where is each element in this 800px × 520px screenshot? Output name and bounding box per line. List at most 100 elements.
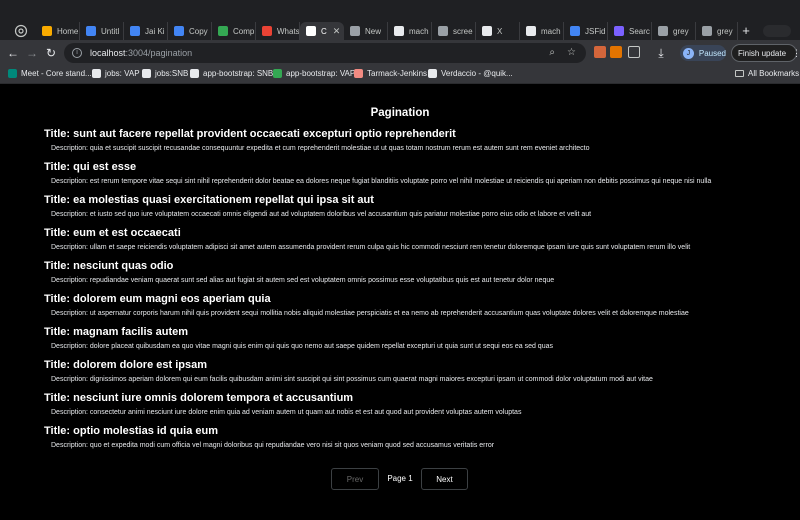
bookmarks-bar: All Bookmarks Meet - Core stand... jobs: … [0, 66, 800, 84]
favicon-icon [218, 26, 228, 36]
browser-tab[interactable]: mach [388, 22, 432, 40]
tab-label: X [497, 26, 503, 36]
post-description-text: et iusto sed quo iure voluptatem occaeca… [89, 211, 592, 218]
bookmark-label: app-bootstrap: SNB [203, 69, 274, 78]
window-controls [763, 25, 791, 37]
tab-label: Copy [189, 26, 208, 36]
download-icon[interactable]: ⤓ [654, 46, 668, 60]
browser-tab[interactable]: Home [36, 22, 80, 40]
browser-tab[interactable]: New [344, 22, 388, 40]
post-description-prefix: Description: [51, 178, 90, 185]
post-description-text: quo et expedita modi cum officia vel mag… [89, 442, 495, 449]
post-title-text: sunt aut facere repellat provident occae… [73, 128, 456, 140]
all-bookmarks-button[interactable]: All Bookmarks [735, 69, 799, 78]
post-description-prefix: Description: [51, 211, 90, 218]
browser-tab[interactable]: Whats [256, 22, 300, 40]
post-item: Title: sunt aut facere repellat providen… [44, 128, 784, 161]
post-title-prefix: Title: [44, 260, 74, 272]
address-bar[interactable]: i localhost:3004/pagination ⌕ ☆ [64, 43, 586, 63]
post-description-prefix: Description: [51, 442, 90, 449]
browser-tab[interactable]: scree [432, 22, 476, 40]
bookmark-item[interactable]: app-bootstrap: SNB [190, 69, 273, 78]
profile-paused-button[interactable]: J Paused [680, 45, 726, 61]
bookmark-label: Verdaccio - @quik... [441, 69, 513, 78]
post-title-text: qui est esse [73, 161, 137, 173]
bookmark-label: jobs: VAP [105, 69, 140, 78]
page-indicator: Page 1 [387, 474, 413, 483]
bookmark-item[interactable]: jobs:SNB [142, 69, 188, 78]
post-title-prefix: Title: [44, 161, 74, 173]
new-tab-plus-icon[interactable]: + [738, 22, 754, 38]
post-title-prefix: Title: [44, 194, 74, 206]
browser-tab[interactable]: grey [652, 22, 696, 40]
tab-label: Searc [629, 26, 650, 36]
browser-tab[interactable]: Untitl [80, 22, 124, 40]
tab-label: grey [717, 26, 733, 36]
favicon-icon [350, 26, 360, 36]
post-description-text: dolore placeat quibusdam ea quo vitae ma… [89, 343, 553, 350]
bookmark-star-icon[interactable]: ☆ [567, 47, 576, 58]
browser-tab[interactable]: grey [696, 22, 738, 40]
post-description: Description: quia et suscipit suscipit r… [44, 144, 784, 153]
profile-status: Paused [698, 48, 726, 58]
extension-icon[interactable] [610, 46, 622, 58]
bookmark-item[interactable]: Verdaccio - @quik... [428, 69, 513, 78]
tabs: Home Untitl Jai Ki Copy Comp Whats C ✕ New mach sc… [36, 22, 738, 40]
bookmark-item[interactable]: jobs: VAP [92, 69, 140, 78]
bookmark-label: Tarmack-Jenkins [367, 69, 428, 78]
bookmark-favicon-icon [92, 69, 101, 78]
post-description: Description: dignissimos aperiam dolorem… [44, 375, 784, 384]
post-title-text: dolorem dolore est ipsam [73, 359, 208, 371]
tab-search-icon[interactable] [14, 24, 28, 38]
browser-tab[interactable]: Jai Ki [124, 22, 168, 40]
prev-button[interactable]: Prev [331, 468, 379, 490]
extensions-puzzle-icon[interactable] [628, 46, 640, 58]
browser-tab[interactable]: mach [520, 22, 564, 40]
site-info-icon[interactable]: i [72, 48, 82, 58]
browser-tab[interactable]: X [476, 22, 520, 40]
bookmark-item[interactable]: Tarmack-Jenkins [354, 69, 427, 78]
browser-tab[interactable]: C ✕ [300, 22, 344, 40]
post-title: Title: nesciunt quas odio [44, 260, 784, 273]
browser-tab[interactable]: Copy [168, 22, 212, 40]
bookmark-item[interactable]: app-bootstrap: VAP [273, 69, 355, 78]
post-description: Description: ut aspernatur corporis haru… [44, 309, 784, 318]
post-title-prefix: Title: [44, 425, 74, 437]
post-description: Description: repudiandae veniam quaerat … [44, 276, 784, 285]
post-description-prefix: Description: [51, 409, 90, 416]
post-title: Title: dolorem dolore est ipsam [44, 359, 784, 372]
tab-label: Whats [277, 26, 300, 36]
back-arrow-icon[interactable]: ← [6, 46, 20, 60]
close-tab-icon[interactable]: ✕ [333, 26, 341, 37]
post-description-text: quia et suscipit suscipit recusandae con… [89, 145, 590, 152]
page-title: Pagination [370, 107, 430, 119]
finish-update-button[interactable]: Finish update ⋮ [731, 44, 800, 62]
zoom-search-icon[interactable]: ⌕ [549, 47, 555, 58]
bookmark-favicon-icon [142, 69, 151, 78]
favicon-icon [306, 26, 316, 36]
browser-tab[interactable]: Searc [608, 22, 652, 40]
post-title-text: magnam facilis autem [73, 326, 189, 338]
forward-arrow-icon[interactable]: → [25, 46, 39, 60]
post-title-text: nesciunt quas odio [73, 260, 174, 272]
favicon-icon [394, 26, 404, 36]
post-description-text: ullam et saepe reiciendis voluptatem adi… [89, 244, 691, 251]
favicon-icon [614, 26, 624, 36]
post-description: Description: est rerum tempore vitae seq… [44, 177, 784, 186]
post-title-prefix: Title: [44, 392, 74, 404]
reload-icon[interactable]: ↻ [44, 46, 58, 60]
post-title-prefix: Title: [44, 326, 74, 338]
extension-icon[interactable] [594, 46, 606, 58]
browser-tab[interactable]: Comp [212, 22, 256, 40]
tab-label: Home [57, 26, 79, 36]
bookmark-item[interactable]: Meet - Core stand... [8, 69, 92, 78]
post-description-text: dignissimos aperiam dolorem qui eum faci… [89, 376, 653, 383]
post-description: Description: ullam et saepe reiciendis v… [44, 243, 784, 252]
bookmark-label: jobs:SNB [155, 69, 189, 78]
next-button[interactable]: Next [421, 468, 468, 490]
post-description-text: ut aspernatur corporis harum nihil quis … [89, 310, 689, 317]
post-title: Title: nesciunt iure omnis dolorem tempo… [44, 392, 784, 405]
url-path: :3004/pagination [125, 48, 193, 58]
browser-tab[interactable]: JSFid [564, 22, 608, 40]
browser-toolbar: ← → ↻ i localhost:3004/pagination ⌕ ☆ ⤓ … [0, 40, 800, 66]
